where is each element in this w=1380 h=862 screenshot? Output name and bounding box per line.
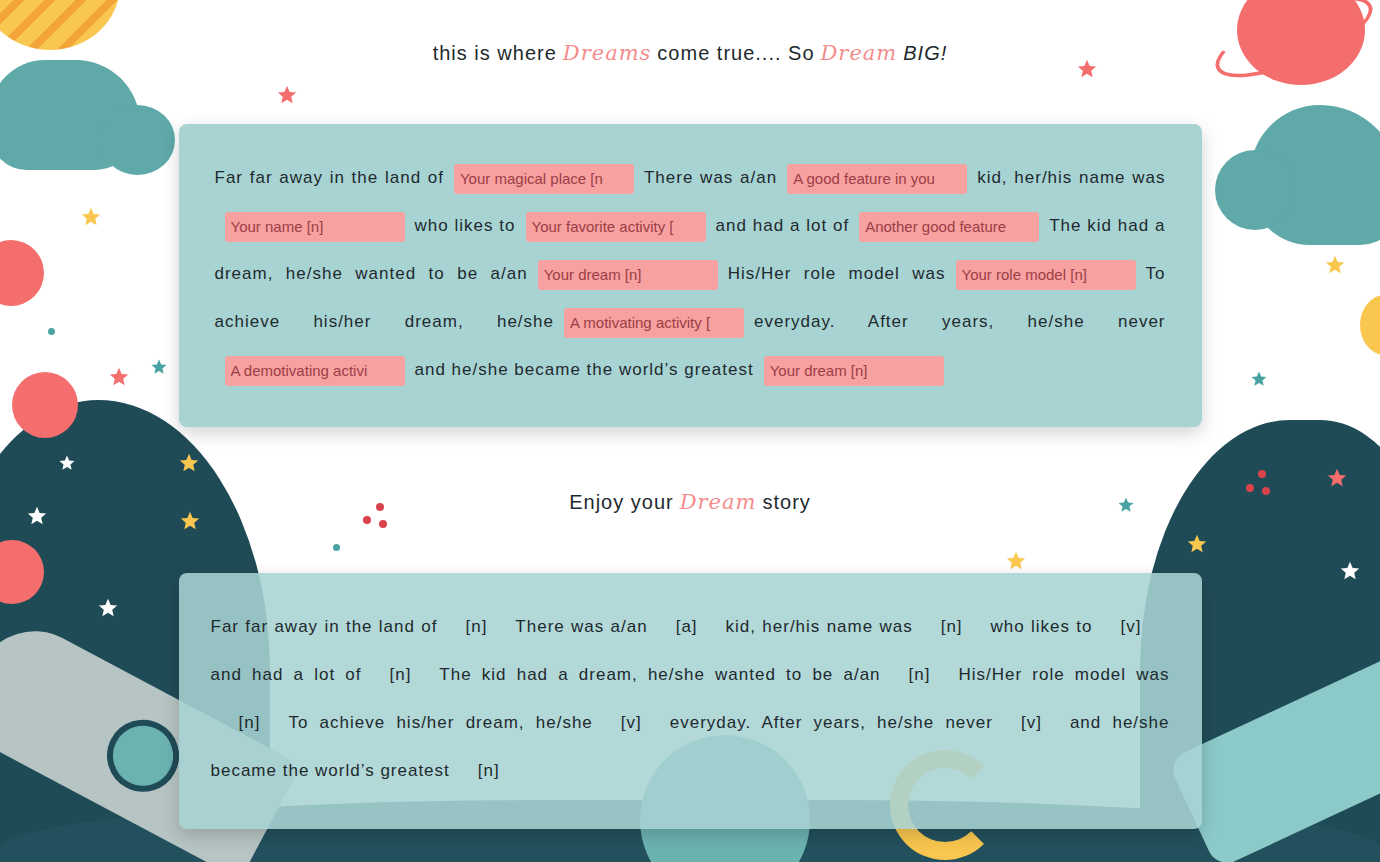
- story-input[interactable]: [225, 212, 405, 242]
- title-text: Enjoy your: [569, 487, 674, 517]
- star-icon: [1005, 550, 1027, 572]
- story-text: To achieve his/her dream, he/she: [288, 713, 592, 732]
- title-accent: Dreams: [563, 38, 652, 68]
- title-accent: Dream: [821, 38, 898, 68]
- story-text: kid, her/his name was: [726, 617, 913, 636]
- title-text: story: [762, 487, 810, 517]
- star-icon: [1250, 370, 1268, 388]
- star-icon: [1324, 254, 1346, 276]
- story-text: His/Her role model was: [728, 264, 946, 283]
- planet-icon: [0, 240, 44, 306]
- story-input[interactable]: [859, 212, 1039, 242]
- dot-icon: [333, 544, 340, 551]
- story-blank: [n]: [881, 651, 959, 699]
- star-icon: [1186, 533, 1208, 555]
- story-input[interactable]: [526, 212, 706, 242]
- story-text: There was a/an: [515, 617, 647, 636]
- dot-icon: [1262, 487, 1270, 495]
- planet-icon: [12, 372, 78, 438]
- story-blank: [n]: [211, 699, 289, 747]
- story-text: everyday. After years, he/she never: [754, 312, 1166, 331]
- story-input[interactable]: [538, 260, 718, 290]
- story-input[interactable]: [454, 164, 634, 194]
- title-text: come true.... So: [657, 38, 814, 68]
- star-icon: [1326, 467, 1348, 489]
- story-text: kid, her/his name was: [977, 168, 1165, 187]
- planet-icon: [1360, 295, 1380, 355]
- story-form: Far far away in the land of There was a/a…: [179, 124, 1202, 427]
- dot-icon: [48, 328, 55, 335]
- story-text: His/Her role model was: [958, 665, 1169, 684]
- story-text: and had a lot of: [211, 665, 362, 684]
- story-input[interactable]: [787, 164, 967, 194]
- story-blank: [n]: [450, 747, 528, 795]
- story-text: who likes to: [991, 617, 1093, 636]
- story-text: who likes to: [415, 216, 516, 235]
- rocket-window-icon: [94, 707, 191, 804]
- page-title: this is whereDreamscome true.... SoDream…: [433, 38, 948, 68]
- story-text: Far far away in the land of: [211, 617, 438, 636]
- story-text: The kid had a dream, he/she wanted to be…: [439, 665, 880, 684]
- cloud-icon: [100, 105, 175, 175]
- cloud-icon: [1215, 150, 1295, 230]
- story-blank: [v]: [593, 699, 670, 747]
- story-blank: [v]: [1093, 603, 1170, 651]
- star-icon: [179, 510, 201, 532]
- result-title: Enjoy yourDreamstory: [569, 487, 811, 517]
- story-input[interactable]: [956, 260, 1136, 290]
- story-text: everyday. After years, he/she never: [670, 713, 993, 732]
- page: this is whereDreamscome true.... SoDream…: [0, 0, 1380, 862]
- star-icon: [1117, 496, 1135, 514]
- star-icon: [1339, 560, 1361, 582]
- title-emphasis: BIG!: [903, 38, 947, 68]
- content: this is whereDreamscome true.... SoDream…: [0, 0, 1380, 829]
- star-icon: [26, 505, 48, 527]
- dot-icon: [379, 520, 387, 528]
- title-text: this is where: [433, 38, 557, 68]
- story-input[interactable]: [225, 356, 405, 386]
- title-accent: Dream: [680, 487, 757, 517]
- story-text: and had a lot of: [716, 216, 850, 235]
- star-icon: [276, 84, 298, 106]
- story-text: Far far away in the land of: [215, 168, 444, 187]
- dot-icon: [363, 516, 371, 524]
- star-icon: [178, 452, 200, 474]
- star-icon: [80, 206, 102, 228]
- story-input[interactable]: [564, 308, 744, 338]
- story-result: Far far away in the land of[n]There was …: [179, 573, 1202, 829]
- planet-icon: [0, 0, 120, 50]
- story-result-text: Far far away in the land of[n]There was …: [211, 603, 1170, 795]
- story-blank: [n]: [437, 603, 515, 651]
- story-blank: [n]: [361, 651, 439, 699]
- dot-icon: [1258, 470, 1266, 478]
- star-icon: [1076, 58, 1098, 80]
- planet-icon: [1237, 0, 1365, 85]
- story-input[interactable]: [764, 356, 944, 386]
- star-icon: [58, 454, 76, 472]
- story-form-text: Far far away in the land of There was a/a…: [215, 154, 1166, 394]
- star-icon: [108, 366, 130, 388]
- star-icon: [150, 358, 168, 376]
- story-text: There was a/an: [644, 168, 777, 187]
- story-blank: [a]: [648, 603, 726, 651]
- dot-icon: [376, 503, 384, 511]
- dot-icon: [1246, 484, 1254, 492]
- star-icon: [97, 597, 119, 619]
- story-blank: [v]: [993, 699, 1070, 747]
- story-text: and he/she became the world’s greatest: [415, 360, 754, 379]
- story-blank: [n]: [913, 603, 991, 651]
